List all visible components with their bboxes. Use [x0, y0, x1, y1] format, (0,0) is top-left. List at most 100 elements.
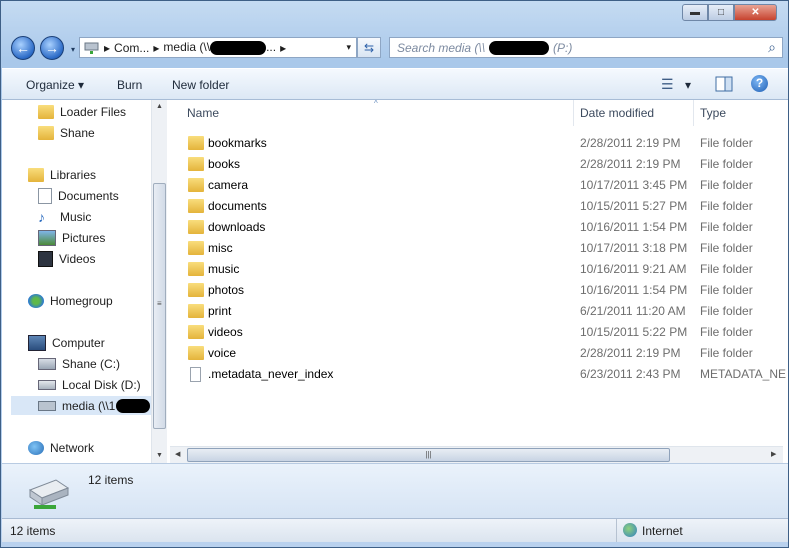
file-type: File folder	[700, 262, 753, 276]
organize-button[interactable]: Organize ▾	[26, 78, 84, 92]
file-date-modified: 10/17/2011 3:18 PM	[580, 241, 688, 255]
scroll-up-icon[interactable]: ▲	[156, 103, 163, 110]
column-header-label: Name	[187, 106, 220, 120]
nav-item-homegroup[interactable]: Homegroup	[28, 291, 113, 310]
new-folder-button[interactable]: New folder	[172, 78, 229, 92]
breadcrumb-media[interactable]: media (\\...	[163, 40, 276, 55]
user-folder-icon	[38, 125, 54, 140]
scroll-down-icon[interactable]: ▼	[156, 452, 163, 459]
forward-button[interactable]: →	[40, 36, 64, 60]
search-input[interactable]: Search media (\\ (P:) ⌕	[389, 37, 783, 58]
file-type: File folder	[700, 304, 753, 318]
nav-item-label: Computer	[52, 335, 105, 350]
change-view-icon[interactable]: ☰	[661, 76, 674, 93]
preview-pane-button[interactable]	[715, 76, 733, 95]
burn-button[interactable]: Burn	[117, 78, 142, 92]
breadcrumb-separator-icon[interactable]: ▸	[104, 41, 110, 55]
folder-icon	[188, 346, 204, 360]
nav-item-pictures[interactable]: Pictures	[38, 228, 105, 247]
details-pane: 12 items	[2, 463, 788, 518]
drive-icon	[38, 357, 56, 370]
file-row[interactable]: print 6/21/2011 11:20 AM File folder	[168, 300, 788, 321]
address-bar[interactable]: ▸ Com... ▸ media (\\... ▸ ▾	[79, 37, 357, 58]
minimize-button[interactable]: ▬	[682, 4, 708, 21]
file-row[interactable]: books 2/28/2011 2:19 PM File folder	[168, 153, 788, 174]
nav-item-computer[interactable]: Computer	[28, 333, 105, 352]
column-header-date[interactable]: Date modified	[574, 100, 694, 126]
file-date-modified: 10/16/2011 1:54 PM	[580, 283, 688, 297]
recent-pages-dropdown-icon[interactable]: ▾	[71, 45, 75, 54]
folder-icon	[188, 199, 204, 213]
nav-item-shane[interactable]: Shane	[38, 123, 95, 142]
scroll-right-icon[interactable]: ▶	[771, 450, 776, 458]
nav-item-label: Music	[60, 209, 92, 224]
nav-item-drive-c[interactable]: Shane (C:)	[38, 354, 120, 373]
nav-item-media[interactable]: media (\\1	[11, 396, 151, 415]
file-row[interactable]: documents 10/15/2011 5:27 PM File folder	[168, 195, 788, 216]
file-date-modified: 10/17/2011 3:45 PM	[580, 178, 688, 192]
nav-item-loader-files[interactable]: Loader Files	[38, 102, 126, 121]
nav-item-libraries[interactable]: Libraries	[28, 165, 96, 184]
network-icon	[28, 440, 44, 455]
search-icon[interactable]: ⌕	[768, 39, 776, 56]
status-bar: 12 items Internet	[2, 518, 788, 542]
file-row[interactable]: camera 10/17/2011 3:45 PM File folder	[168, 174, 788, 195]
file-name: music	[208, 262, 240, 276]
scrollbar-thumb[interactable]: |||	[187, 448, 670, 462]
nav-item-videos[interactable]: Videos	[38, 249, 95, 268]
folder-icon	[188, 262, 204, 276]
nav-item-documents[interactable]: Documents	[38, 186, 119, 205]
breadcrumb-computer[interactable]: Com...	[114, 41, 149, 55]
details-item-count: 12 items	[88, 473, 134, 487]
file-row[interactable]: .metadata_never_index 6/23/2011 2:43 PM ME…	[168, 363, 788, 384]
refresh-button[interactable]: ⇆	[357, 37, 381, 58]
file-date-modified: 10/16/2011 1:54 PM	[580, 220, 688, 234]
address-dropdown-icon[interactable]: ▾	[346, 42, 351, 53]
file-row[interactable]: downloads 10/16/2011 1:54 PM File folder	[168, 216, 788, 237]
redaction-mark	[116, 398, 151, 413]
file-row[interactable]: voice 2/28/2011 2:19 PM File folder	[168, 342, 788, 363]
file-name: videos	[208, 325, 243, 339]
scroll-left-icon[interactable]: ◀	[175, 450, 180, 458]
navigation-pane: Loader Files Shane Libraries Documents ♪…	[2, 100, 151, 463]
nav-item-music[interactable]: ♪ Music	[38, 207, 91, 226]
file-name: downloads	[208, 220, 266, 234]
folder-icon	[188, 136, 204, 150]
file-row[interactable]: music 10/16/2011 9:21 AM File folder	[168, 258, 788, 279]
network-drive-icon	[84, 42, 99, 54]
file-name: books	[208, 157, 241, 171]
view-options-dropdown-icon[interactable]: ▾	[685, 78, 691, 92]
nav-item-label: Network	[50, 440, 95, 455]
maximize-button[interactable]: □	[708, 4, 734, 21]
scrollbar-thumb[interactable]: ≡	[153, 183, 166, 429]
column-header-name[interactable]: Name ^	[174, 100, 574, 126]
nav-item-label: media (\\1	[62, 398, 116, 413]
column-header-type[interactable]: Type	[694, 100, 788, 126]
file-type: File folder	[700, 178, 753, 192]
back-button[interactable]: ←	[11, 36, 35, 60]
file-row[interactable]: bookmarks 2/28/2011 2:19 PM File folder	[168, 132, 788, 153]
nav-item-label: Homegroup	[50, 293, 113, 308]
breadcrumb-separator-icon[interactable]: ▸	[280, 41, 286, 55]
refresh-icon: ⇆	[363, 40, 375, 55]
file-date-modified: 2/28/2011 2:19 PM	[580, 157, 681, 171]
file-date-modified: 2/28/2011 2:19 PM	[580, 346, 681, 360]
internet-zone-icon	[623, 523, 637, 537]
close-button[interactable]: ✕	[734, 4, 777, 21]
horizontal-scrollbar[interactable]: ◀ ||| ▶	[170, 446, 783, 463]
help-icon[interactable]: ?	[751, 75, 768, 92]
nav-item-label: Pictures	[62, 230, 106, 245]
nav-item-network[interactable]: Network	[28, 438, 94, 457]
status-item-count: 12 items	[10, 524, 56, 538]
breadcrumb-separator-icon[interactable]: ▸	[153, 41, 159, 55]
file-row[interactable]: videos 10/15/2011 5:22 PM File folder	[168, 321, 788, 342]
nav-item-label: Shane (C:)	[62, 356, 121, 371]
navigation-scrollbar[interactable]: ▲ ≡ ▼	[151, 100, 167, 463]
preview-pane-icon	[715, 76, 733, 92]
file-row[interactable]: misc 10/17/2011 3:18 PM File folder	[168, 237, 788, 258]
nav-item-drive-d[interactable]: Local Disk (D:)	[38, 375, 141, 394]
file-row[interactable]: photos 10/16/2011 1:54 PM File folder	[168, 279, 788, 300]
nav-item-label: Loader Files	[60, 104, 127, 119]
folder-icon	[188, 325, 204, 339]
file-name: bookmarks	[208, 136, 267, 150]
